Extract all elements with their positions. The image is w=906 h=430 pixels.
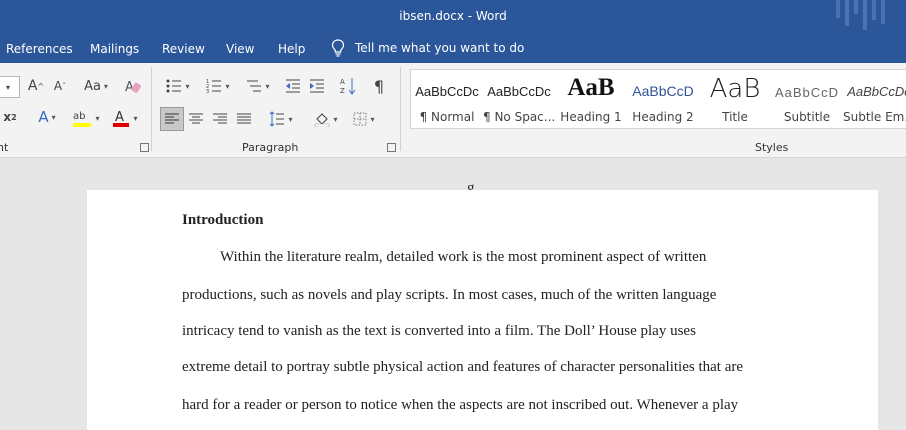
heading-introduction: Introduction <box>182 212 264 228</box>
group-separator <box>151 67 152 151</box>
style-preview: AaB <box>567 74 615 101</box>
font-color-button[interactable]: A ▾ <box>108 107 142 129</box>
style-heading-1[interactable]: AaB Heading 1 <box>555 70 627 128</box>
title-decoration <box>854 0 858 14</box>
tab-mailings[interactable]: Mailings <box>90 42 139 56</box>
previous-text-fragment: g <box>467 180 475 190</box>
tell-me-text: Tell me what you want to do <box>355 41 525 55</box>
style-name: Heading 2 <box>632 110 694 124</box>
document-page[interactable]: g Introduction Within the literature rea… <box>87 180 878 430</box>
body-line: hard for a reader or person to notice wh… <box>182 397 739 413</box>
sort-button[interactable]: AZ <box>338 76 358 96</box>
style-name: Subtle Em... <box>843 110 906 124</box>
title-decoration <box>872 0 876 20</box>
style-title[interactable]: AaB Title <box>699 70 771 128</box>
style-preview: AaB <box>709 74 761 104</box>
svg-text:Z: Z <box>340 87 345 95</box>
increase-indent-icon <box>310 79 324 93</box>
multilevel-list-button[interactable]: ▾ <box>240 76 276 96</box>
title-decoration <box>881 0 885 24</box>
style-preview: AaBbCcDc <box>415 84 479 99</box>
numbering-button[interactable]: 1 2 3 ▾ <box>200 76 236 96</box>
justify-icon <box>237 113 251 124</box>
grow-font-button[interactable]: A ^ <box>25 76 47 96</box>
paragraph-group-label: Paragraph <box>242 141 299 154</box>
style-heading-2[interactable]: AaBbCcD Heading 2 <box>627 70 699 128</box>
style-no-spacing[interactable]: AaBbCcDc ¶ No Spac... <box>483 70 555 128</box>
bullets-button[interactable]: ▾ <box>160 76 196 96</box>
ribbon-tabs: References Mailings Review View Help Tel… <box>0 33 906 63</box>
multilevel-list-icon <box>247 80 262 92</box>
body-line: productions, such as novels and play scr… <box>182 287 717 303</box>
highlight-color-button[interactable]: ab ▾ <box>68 107 104 129</box>
increase-indent-button[interactable] <box>307 76 327 96</box>
body-line: Within the literature realm, detailed wo… <box>220 249 707 265</box>
tab-review[interactable]: Review <box>162 42 205 56</box>
tab-view[interactable]: View <box>226 42 254 56</box>
style-normal[interactable]: AaBbCcDc ¶ Normal <box>411 70 483 128</box>
title-decoration <box>836 0 840 18</box>
decrease-indent-button[interactable] <box>283 76 303 96</box>
highlight-swatch <box>73 123 92 127</box>
svg-text:A: A <box>340 78 345 86</box>
font-dialog-launcher[interactable] <box>140 143 149 152</box>
style-subtle-emphasis[interactable]: AaBbCcDc Subtle Em... <box>843 70 906 128</box>
style-preview: AaBbCcDc <box>487 84 551 99</box>
ribbon: ▾ A ^ Aˇ Aa ▾ A x2 A ▾ ab ▾ A ▾ nt ▾ 1 2 3 ▾ ▾… <box>0 63 906 158</box>
borders-button[interactable]: ▾ <box>347 108 381 130</box>
style-preview: AaBbCcDc <box>847 84 906 99</box>
tab-help[interactable]: Help <box>278 42 305 56</box>
font-group-label: nt <box>0 141 9 154</box>
window-title: ibsen.docx - Word <box>399 9 507 23</box>
style-name: Subtitle <box>783 110 831 124</box>
paint-bucket-icon <box>315 113 330 127</box>
highlighter-icon: ab <box>73 111 92 127</box>
pilcrow-icon[interactable]: ¶ <box>369 76 389 96</box>
svg-text:ab: ab <box>73 111 85 122</box>
align-left-icon <box>165 113 179 124</box>
decrease-indent-icon <box>286 79 300 93</box>
tell-me-box[interactable]: Tell me what you want to do <box>331 38 524 58</box>
line-spacing-icon <box>270 111 285 127</box>
justify-button[interactable] <box>233 108 255 130</box>
align-right-icon <box>213 113 227 124</box>
bullets-icon <box>166 79 182 93</box>
title-decoration <box>845 0 849 26</box>
group-separator <box>400 67 401 151</box>
align-center-button[interactable] <box>185 108 207 130</box>
change-case-button[interactable]: Aa ▾ <box>78 76 114 96</box>
body-line: intricacy tend to vanish as the text is … <box>182 323 696 339</box>
svg-text:3: 3 <box>206 89 209 94</box>
numbering-icon: 123 <box>206 79 222 94</box>
align-left-button[interactable] <box>160 107 184 131</box>
sort-icon: AZ <box>340 78 356 95</box>
styles-group-label: Styles <box>755 141 789 154</box>
style-name: Title <box>722 110 748 124</box>
borders-icon <box>353 112 367 126</box>
clear-formatting-icon[interactable]: A <box>122 76 144 96</box>
superscript-button[interactable]: x2 <box>0 107 20 127</box>
style-preview: AaBbCcD <box>774 85 840 100</box>
style-name: ¶ No Spac... <box>483 110 555 124</box>
style-name: ¶ Normal <box>419 110 475 124</box>
shrink-font-button[interactable]: Aˇ <box>49 76 71 96</box>
align-right-button[interactable] <box>209 108 231 130</box>
tab-references[interactable]: References <box>6 42 73 56</box>
svg-text:A: A <box>115 110 124 125</box>
style-name: Heading 1 <box>560 110 622 124</box>
font-color-icon: A <box>113 110 130 127</box>
body-line: extreme detail to portray subtle physica… <box>182 359 744 375</box>
title-decoration <box>863 0 867 30</box>
style-preview: AaBbCcD <box>632 83 694 99</box>
style-subtitle[interactable]: AaBbCcD Subtitle <box>771 70 843 128</box>
paragraph-dialog-launcher[interactable] <box>387 143 396 152</box>
shading-button[interactable]: ▾ <box>309 108 343 130</box>
line-spacing-button[interactable]: ▾ <box>264 108 298 130</box>
styles-gallery: AaBbCcDc ¶ Normal AaBbCcDc ¶ No Spac... … <box>410 69 906 129</box>
font-size-dropdown[interactable]: ▾ <box>0 76 20 98</box>
text-effects-button[interactable]: A ▾ <box>32 107 62 127</box>
title-bar: ibsen.docx - Word <box>0 0 906 33</box>
lightbulb-icon <box>331 39 345 57</box>
align-center-icon <box>189 113 203 124</box>
